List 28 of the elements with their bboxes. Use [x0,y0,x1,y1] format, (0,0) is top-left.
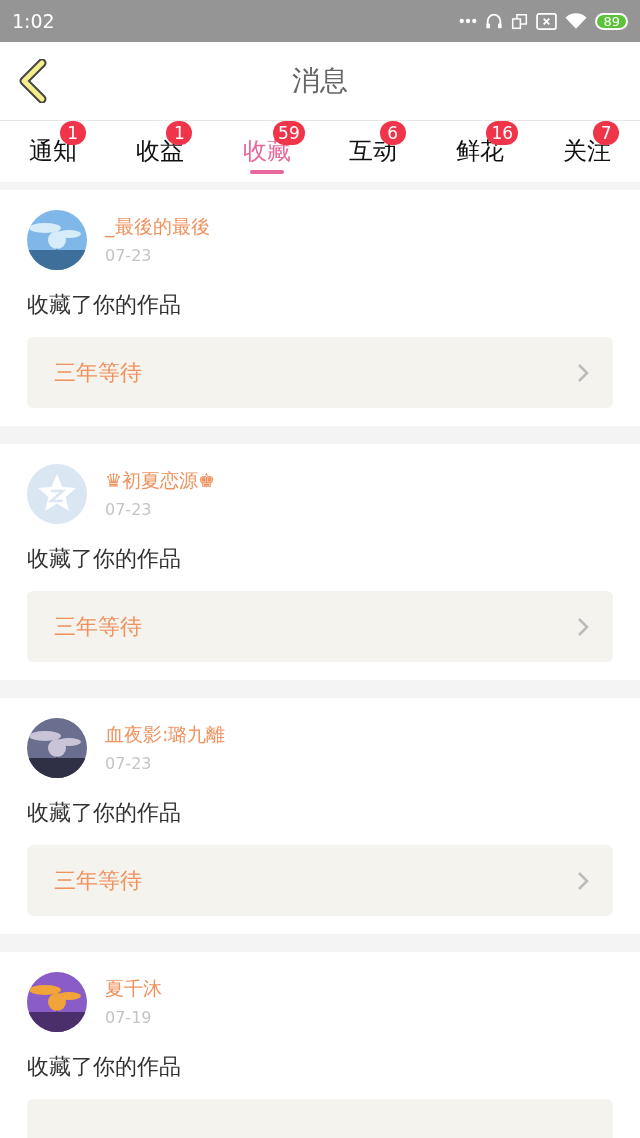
user-name[interactable]: 血夜影:璐九離 [105,719,226,749]
chevron-right-icon [577,616,589,637]
work-link[interactable]: 三年等待 [27,845,613,916]
message-date: 07-23 [105,499,153,522]
message-text: 收藏了你的作品 [27,1053,182,1081]
work-link[interactable]: 三年等待 [27,337,613,408]
message-text: 收藏了你的作品 [27,545,182,573]
message-text: 收藏了你的作品 [27,799,182,827]
message-text: 收藏了你的作品 [27,291,182,319]
message-date: 07-19 [105,1007,153,1030]
default-avatar-icon [27,464,87,524]
message-date: 07-23 [105,245,153,268]
work-link[interactable]: 三年等待 [27,591,613,662]
page-title: 消息 [292,63,348,99]
message-date: 07-23 [105,753,153,776]
headphones-icon [485,12,504,30]
user-name[interactable]: 夏千沐 [105,973,162,1003]
chevron-right-icon [577,362,589,383]
no-sim-icon [536,12,558,30]
battery-icon: 89 [595,12,628,30]
wifi-icon [565,12,588,30]
back-chevron-icon [18,59,48,103]
user-name[interactable]: _最後的最後 [105,211,210,241]
screen-rotate-icon [511,12,529,30]
status-time: 1:02 [12,8,55,34]
chevron-right-icon [577,870,589,891]
user-name[interactable]: ♛初夏恋源♚ [105,465,216,495]
more-dots-icon [459,18,478,24]
